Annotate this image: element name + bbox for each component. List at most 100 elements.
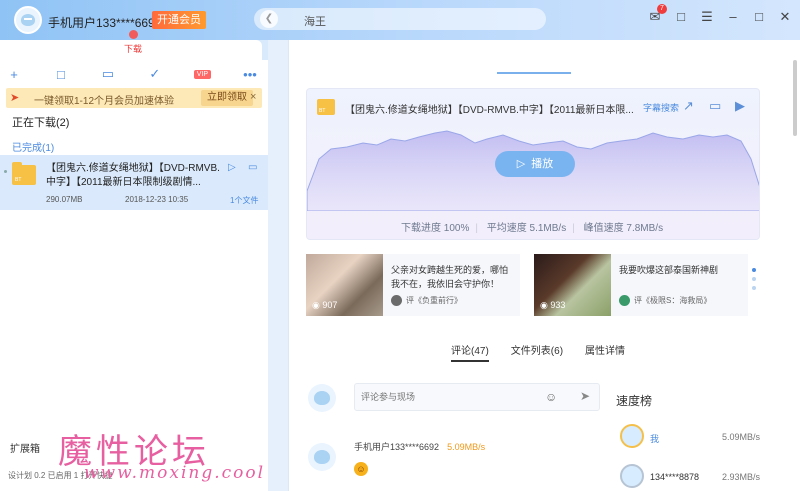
video-source: 评《负重前行》	[391, 295, 462, 307]
view-count-value: 907	[322, 300, 338, 310]
open-folder-icon[interactable]: ▭	[248, 162, 257, 173]
add-icon[interactable]: +	[6, 67, 22, 82]
play-button[interactable]: ▷ 播放	[495, 151, 575, 177]
rank-avatar	[620, 464, 644, 488]
more-icon[interactable]: •••	[242, 67, 258, 82]
rank-speed: 5.09MB/s	[721, 432, 760, 442]
comment-username: 手机用户133****6692	[354, 442, 440, 452]
bt-tag: BT	[319, 108, 326, 114]
progress-stat: 下载进度 100%	[401, 223, 470, 234]
username[interactable]: 手机用户133****6692	[48, 14, 161, 31]
comment-box[interactable]: ☺ ➤	[354, 383, 600, 411]
rank-name: 我	[650, 434, 660, 444]
source-avatar	[619, 295, 630, 307]
download-item[interactable]: BT 【团鬼六.修道女绳地狱】【DVD-RMVB.中字】【2011最新日本限制级…	[0, 155, 268, 210]
arrow-left-icon[interactable]: ❮	[260, 10, 278, 28]
detail-scrollbar[interactable]	[793, 60, 797, 136]
watermark-url: www.moxing.cool	[84, 463, 266, 483]
video-title[interactable]: 父亲对女跨越生死的爱，哪怕我不在，我依旧会守护你！	[391, 263, 516, 291]
promo-arrow-icon: ➤	[10, 92, 20, 104]
tab-download-label[interactable]: 下载	[124, 42, 142, 55]
vip-icon[interactable]: VIP	[193, 69, 212, 79]
download-item-name: 【团鬼六.修道女绳地狱】【DVD-RMVB.中字】【2011最新日本限制级剧情.…	[46, 163, 220, 188]
peak-speed-stat: 峰值速度 7.8MB/s	[583, 223, 664, 234]
trash-icon[interactable]: ✓	[147, 66, 163, 82]
promo-text: 一键领取1-12个月会员加速体验	[34, 96, 175, 107]
carousel-dots[interactable]	[752, 268, 756, 295]
panel-divider	[268, 40, 288, 491]
play-circle-icon[interactable]: ▶	[735, 98, 745, 114]
promo-banner: ➤ 一键领取1-12个月会员加速体验 立即领取 ×	[6, 88, 262, 108]
share-icon[interactable]: ↗	[683, 98, 694, 114]
user-avatar[interactable]	[14, 6, 42, 34]
source-avatar	[391, 295, 402, 307]
carousel-dot[interactable]	[752, 277, 756, 281]
download-item-files[interactable]: 1个文件	[230, 195, 258, 206]
minimize-icon[interactable]: –	[726, 10, 740, 24]
detail-top-indicator	[497, 72, 571, 74]
video-thumbnail[interactable]: ◉ 933	[534, 254, 611, 316]
detail-tabs: 评论(47) 文件列表(6) 属性详情	[451, 342, 625, 362]
carousel-dot[interactable]	[752, 286, 756, 290]
tab-file-list[interactable]: 文件列表(6)	[511, 342, 563, 362]
message-badge: 7	[657, 4, 667, 14]
view-count-value: 933	[550, 300, 566, 310]
row-dot	[4, 170, 7, 173]
video-card[interactable]: ◉ 907 父亲对女跨越生死的爱，哪怕我不在，我依旧会守护你！ 评《负重前行》	[306, 254, 520, 316]
video-source-text: 评《极限S：海救局》	[634, 296, 712, 305]
video-card[interactable]: ◉ 933 我要吹爆这部泰国新神剧 评《极限S：海救局》	[534, 254, 748, 316]
window-controls: ✉ 7 □ ☰ – □ ✕	[648, 4, 792, 24]
commenter-avatar	[308, 443, 336, 471]
video-thumbnail[interactable]: ◉ 907	[306, 254, 383, 316]
video-source-text: 评《负重前行》	[406, 296, 462, 305]
search-text[interactable]: 海王	[304, 13, 326, 29]
bt-folder-icon: BT	[317, 99, 335, 115]
download-detail-card: BT 【团鬼六.修道女绳地狱】【DVD-RMVB.中字】【2011最新日本限..…	[306, 88, 760, 240]
maximize-icon[interactable]: □	[752, 10, 766, 24]
detail-title: 【团鬼六.修道女绳地狱】【DVD-RMVB.中字】【2011最新日本限...	[345, 105, 634, 116]
view-count: ◉ 907	[312, 300, 338, 310]
rank-name: 134****8878	[650, 472, 700, 482]
avg-speed-stat: 平均速度 5.1MB/s	[486, 223, 567, 234]
folder-icon[interactable]: ▭	[709, 98, 721, 114]
play-button-label: 播放	[531, 158, 554, 170]
file-icon[interactable]: □	[53, 67, 69, 82]
search-box[interactable]: ❮ 海王	[254, 8, 546, 30]
video-source: 评《极限S：海救局》	[619, 295, 712, 307]
view-count: ◉ 933	[540, 300, 566, 310]
promo-claim-button[interactable]: 立即领取	[201, 90, 253, 106]
extension-box[interactable]: 扩展箱	[10, 440, 40, 455]
laugh-emoji-icon: ☺	[354, 462, 368, 476]
comment-input[interactable]	[361, 384, 541, 410]
bt-folder-icon: BT	[12, 162, 36, 185]
video-title[interactable]: 我要吹爆这部泰国新神剧	[619, 263, 744, 277]
rank-item: 134****8878 2.93MB/s	[620, 464, 760, 491]
folder-icon[interactable]: ▭	[100, 66, 116, 82]
rank-speed: 2.93MB/s	[721, 472, 760, 482]
menu-icon[interactable]: ☰	[700, 10, 714, 24]
download-item-date: 2018-12-23 10:35	[125, 195, 189, 204]
section-downloading[interactable]: 正在下载(2)	[12, 114, 69, 130]
message-icon[interactable]: ✉ 7	[648, 4, 667, 24]
bt-tag: BT	[15, 177, 22, 183]
rank-avatar	[620, 424, 644, 448]
send-icon[interactable]: ➤	[580, 389, 590, 403]
subtitle-search-link[interactable]: 字幕搜索	[643, 101, 679, 114]
section-completed[interactable]: 已完成(1)	[12, 139, 54, 154]
title-bar: 手机用户133****6692 开通会员 ❮ 海王 ✉ 7 □ ☰ – □ ✕	[0, 0, 800, 40]
carousel-dot[interactable]	[752, 268, 756, 272]
rank-item: 我 5.09MB/s	[620, 424, 760, 452]
comment-speed: 5.09MB/s	[447, 442, 486, 452]
play-icon[interactable]: ▷	[228, 162, 236, 173]
emoji-icon[interactable]: ☺	[545, 390, 557, 404]
download-item-size: 290.07MB	[46, 195, 83, 204]
close-icon[interactable]: ✕	[778, 10, 792, 24]
download-stats: 下载进度 100% | 平均速度 5.1MB/s | 峰值速度 7.8MB/s	[401, 223, 664, 234]
shirt-icon[interactable]: □	[674, 10, 688, 24]
tab-properties[interactable]: 属性详情	[585, 342, 625, 362]
tab-comments[interactable]: 评论(47)	[451, 342, 489, 362]
promo-close-icon[interactable]: ×	[250, 91, 256, 103]
download-toolbar: + □ ▭ ✓ VIP •••	[6, 66, 262, 82]
vip-button[interactable]: 开通会员	[152, 11, 206, 29]
speed-rank-title: 速度榜	[616, 394, 653, 408]
